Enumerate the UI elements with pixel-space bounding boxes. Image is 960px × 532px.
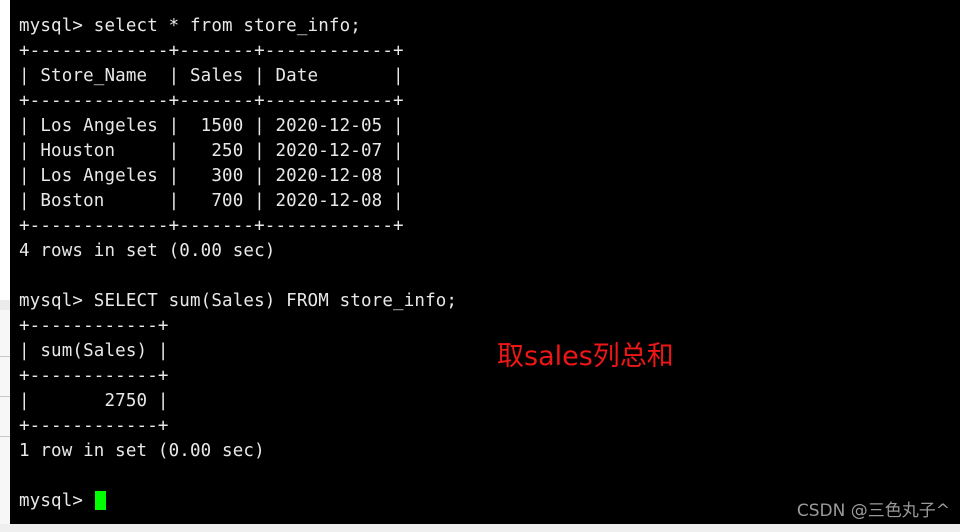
gutter-block: [0, 437, 10, 524]
terminal-line-status: 4 rows in set (0.00 sec): [19, 241, 276, 261]
page-left-gutter: [0, 0, 10, 532]
gutter-block: [0, 357, 10, 396]
terminal-line-table-header: | sum(Sales) |: [19, 341, 169, 361]
terminal-line-table-rule: +------------+: [19, 416, 169, 436]
terminal-line-table-rule: +------------+: [19, 316, 169, 336]
table-row: | 2750 |: [19, 391, 169, 411]
terminal-output[interactable]: mysql> select * from store_info; +------…: [19, 14, 960, 524]
gutter-block: [0, 310, 10, 356]
terminal-line-command: mysql> SELECT sum(Sales) FROM store_info…: [19, 291, 458, 311]
screenshot-root: mysql> select * from store_info; +------…: [0, 0, 960, 532]
table-row: | Houston | 250 | 2020-12-07 |: [19, 141, 404, 161]
page-bottom-strip: [0, 524, 960, 532]
terminal-line-table-rule: +-------------+-------+------------+: [19, 91, 404, 111]
terminal-line-table-rule: +------------+: [19, 366, 169, 386]
gutter-block: [0, 397, 10, 436]
table-row: | Los Angeles | 1500 | 2020-12-05 |: [19, 116, 404, 136]
text-cursor: [94, 491, 106, 510]
prompt-label: mysql>: [19, 491, 94, 511]
terminal-line-table-rule: +-------------+-------+------------+: [19, 41, 404, 61]
terminal-line-status: 1 row in set (0.00 sec): [19, 441, 265, 461]
terminal-line-table-rule: +-------------+-------+------------+: [19, 216, 404, 236]
watermark: CSDN @三色丸子^: [796, 501, 950, 521]
terminal-window[interactable]: mysql> select * from store_info; +------…: [10, 0, 960, 524]
gutter-shade: [0, 300, 10, 310]
annotation-sum-sales: 取sales列总和: [497, 341, 674, 372]
table-row: | Los Angeles | 300 | 2020-12-08 |: [19, 166, 404, 186]
terminal-line-command: mysql> select * from store_info;: [19, 16, 361, 36]
table-row: | Boston | 700 | 2020-12-08 |: [19, 191, 404, 211]
terminal-line-table-header: | Store_Name | Sales | Date |: [19, 66, 404, 86]
